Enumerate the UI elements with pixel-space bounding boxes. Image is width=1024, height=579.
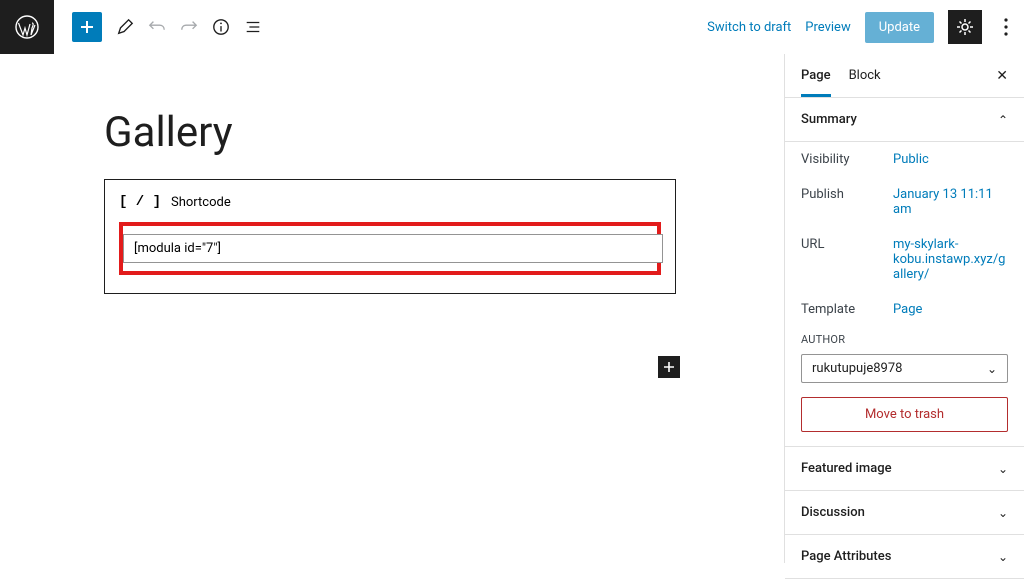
url-label: URL bbox=[801, 237, 893, 282]
tab-block[interactable]: Block bbox=[849, 54, 881, 97]
move-to-trash-button[interactable]: Move to trash bbox=[801, 397, 1008, 432]
redo-button[interactable] bbox=[180, 18, 198, 36]
shortcode-label: Shortcode bbox=[171, 195, 231, 210]
gear-icon bbox=[955, 17, 975, 37]
tab-page[interactable]: Page bbox=[801, 54, 831, 97]
tutorial-highlight bbox=[119, 222, 661, 275]
author-label: AUTHOR bbox=[801, 333, 1008, 346]
author-select[interactable]: rukutupuje8978 ⌄ bbox=[801, 354, 1008, 383]
add-block-inline-button[interactable] bbox=[658, 356, 680, 378]
chevron-down-icon: ⌄ bbox=[987, 362, 997, 376]
settings-button[interactable] bbox=[948, 10, 982, 44]
visibility-label: Visibility bbox=[801, 152, 893, 167]
undo-button[interactable] bbox=[148, 18, 166, 36]
featured-image-title: Featured image bbox=[801, 461, 892, 476]
chevron-down-icon: ⌄ bbox=[998, 550, 1008, 564]
template-value[interactable]: Page bbox=[893, 302, 1008, 317]
update-button[interactable]: Update bbox=[865, 12, 934, 43]
plus-icon bbox=[78, 18, 96, 36]
publish-value[interactable]: January 13 11:11 am bbox=[893, 187, 1008, 217]
preview-button[interactable]: Preview bbox=[805, 20, 850, 35]
chevron-down-icon: ⌄ bbox=[998, 506, 1008, 520]
summary-title: Summary bbox=[801, 112, 857, 127]
chevron-down-icon: ⌄ bbox=[998, 462, 1008, 476]
options-button[interactable] bbox=[996, 10, 1016, 44]
summary-panel-header[interactable]: Summary ⌃ bbox=[785, 98, 1024, 142]
details-button[interactable] bbox=[212, 18, 230, 36]
redo-icon bbox=[180, 17, 198, 37]
visibility-value[interactable]: Public bbox=[893, 152, 1008, 167]
pencil-icon bbox=[116, 17, 134, 37]
info-icon bbox=[212, 17, 230, 37]
page-attributes-title: Page Attributes bbox=[801, 549, 891, 564]
plus-icon bbox=[662, 360, 676, 374]
list-view-icon bbox=[244, 17, 262, 37]
switch-to-draft-button[interactable]: Switch to draft bbox=[707, 20, 791, 35]
settings-sidebar: Page Block ✕ Summary ⌃ Visibility Public… bbox=[784, 54, 1024, 563]
chevron-up-icon: ⌃ bbox=[998, 113, 1008, 127]
add-block-button[interactable] bbox=[72, 12, 102, 42]
page-title[interactable]: Gallery bbox=[104, 108, 784, 157]
undo-icon bbox=[148, 17, 166, 37]
wordpress-icon bbox=[15, 15, 39, 39]
shortcode-icon: [ / ] bbox=[119, 194, 161, 210]
close-sidebar-button[interactable]: ✕ bbox=[996, 68, 1008, 84]
template-label: Template bbox=[801, 302, 893, 317]
discussion-title: Discussion bbox=[801, 505, 865, 520]
shortcode-block[interactable]: [ / ] Shortcode bbox=[104, 179, 676, 294]
discussion-panel-header[interactable]: Discussion ⌄ bbox=[785, 491, 1024, 535]
featured-image-panel-header[interactable]: Featured image ⌄ bbox=[785, 447, 1024, 491]
tools-button[interactable] bbox=[116, 18, 134, 36]
publish-label: Publish bbox=[801, 187, 893, 217]
page-attributes-panel-header[interactable]: Page Attributes ⌄ bbox=[785, 535, 1024, 579]
outline-button[interactable] bbox=[244, 18, 262, 36]
url-value[interactable]: my-skylark-kobu.instawp.xyz/gallery/ bbox=[893, 237, 1008, 282]
author-value: rukutupuje8978 bbox=[812, 361, 902, 376]
wp-logo[interactable] bbox=[0, 0, 54, 54]
more-vertical-icon bbox=[1004, 18, 1008, 36]
shortcode-input[interactable] bbox=[123, 234, 663, 263]
